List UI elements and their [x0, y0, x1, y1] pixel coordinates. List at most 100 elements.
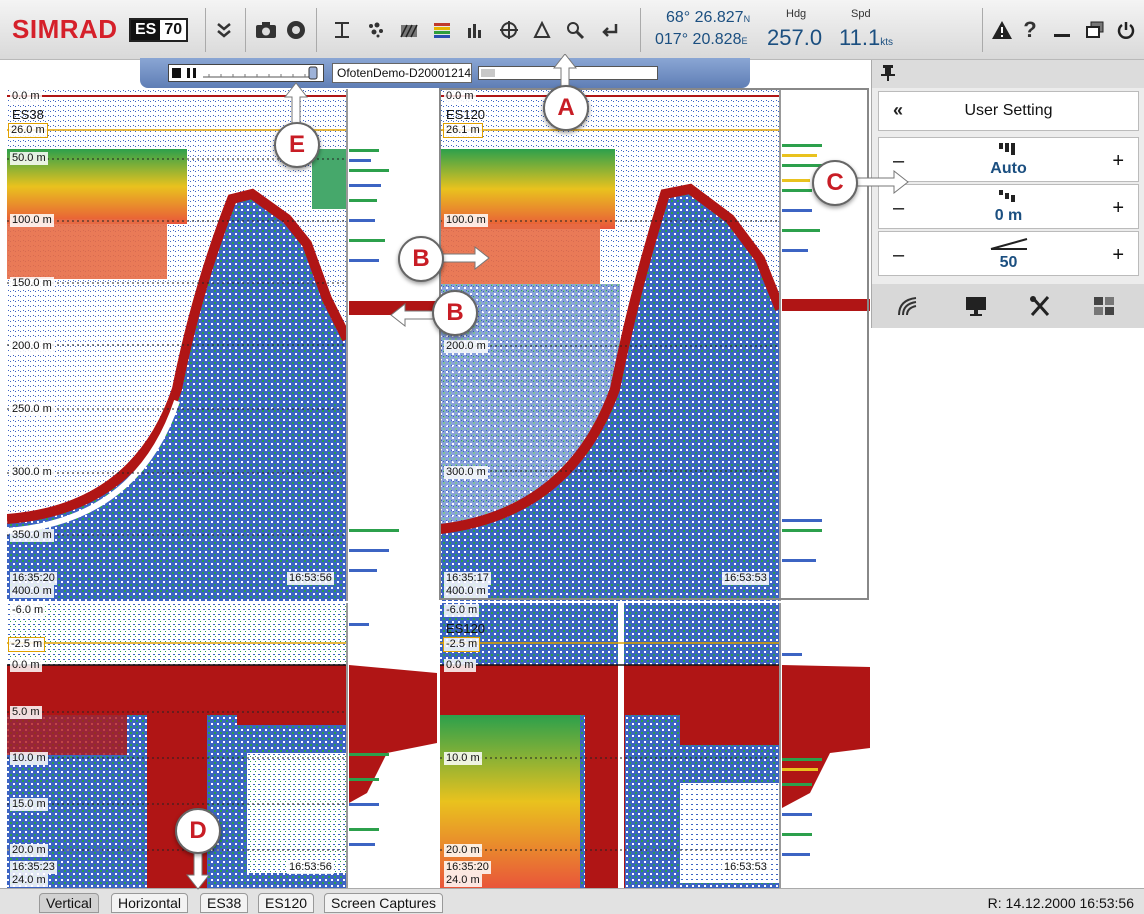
power-icon[interactable]	[1114, 18, 1138, 42]
start-time-label: 16:35:23	[10, 861, 57, 874]
transducer-icon[interactable]	[896, 295, 920, 322]
speed-readout: 11.1kts	[839, 25, 893, 51]
callout-c: C	[812, 160, 858, 206]
tvg-value: 50	[999, 254, 1018, 271]
restore-window-icon[interactable]	[1083, 18, 1107, 42]
depth-label: 150.0 m	[10, 277, 54, 290]
callout-b1: B	[398, 236, 444, 282]
depth-label-zero: 0.0 m	[444, 659, 476, 672]
toolbar-separator	[316, 8, 317, 52]
depth-label: 10.0 m	[444, 752, 482, 765]
depth-label: 300.0 m	[10, 466, 54, 479]
tab-screen-captures[interactable]: Screen Captures	[324, 893, 444, 913]
latitude-value: 68° 26.827	[666, 9, 744, 26]
start-time-label: 16:35:17	[444, 572, 491, 585]
es70-logo-es: ES	[131, 20, 161, 40]
start-time-label: 16:35:20	[10, 572, 57, 585]
es70-logo-70: 70	[160, 20, 187, 40]
echogram-es120-surface[interactable]: 0.0 m ES120 26.1 m 100.0 m 200.0 m 300.0…	[440, 89, 870, 601]
user-setting-button[interactable]: « User Setting	[878, 91, 1139, 131]
bottom-range-marker[interactable]: 26.0 m	[8, 123, 48, 138]
depth-label: 5.0 m	[10, 706, 42, 719]
magnifier-icon[interactable]	[563, 18, 587, 42]
pin-icon[interactable]	[880, 64, 896, 87]
tab-vertical[interactable]: Vertical	[39, 893, 99, 913]
end-time-label: 16:53:56	[287, 572, 334, 585]
bottom-hatch-icon[interactable]	[397, 18, 421, 42]
callout-e: E	[274, 122, 320, 168]
simrad-logo: SIMRAD	[12, 14, 118, 44]
echogram-es120-bottom[interactable]: -6.0 m ES120 -2.5 m 0.0 m 10.0 m 20.0 m …	[440, 603, 870, 888]
panel-menu-bar	[872, 284, 1144, 328]
triangle-icon[interactable]	[530, 18, 554, 42]
depth-label: 350.0 m	[10, 529, 54, 542]
depth-label-zero: 0.0 m	[10, 659, 42, 672]
tvg-control: – 50 +	[878, 231, 1139, 276]
range-start-control: – 0 m +	[878, 184, 1139, 229]
crosshair-icon[interactable]	[497, 18, 521, 42]
callout-c-arrow	[854, 169, 909, 199]
channel-label-es38: ES38	[12, 107, 44, 122]
depth-label: 200.0 m	[444, 340, 488, 353]
surface-range-marker[interactable]: -2.5 m	[443, 637, 481, 652]
depth-label: 20.0 m	[10, 844, 48, 857]
record-icon[interactable]	[284, 18, 308, 42]
bar-graph-icon[interactable]	[463, 18, 487, 42]
channel-label-es120: ES120	[446, 107, 486, 122]
end-time-label: 16:53:56	[287, 861, 334, 874]
fish-icon[interactable]	[364, 18, 388, 42]
latitude-hemisphere: N	[743, 14, 751, 24]
heading-label: Hdg	[786, 8, 807, 20]
bottom-range-marker[interactable]: 26.1 m	[443, 123, 483, 138]
range-increase-button[interactable]: +	[1112, 197, 1124, 220]
top-toolbar: SIMRAD ES 70 68° 26.827N 017° 20.828E Hd…	[0, 0, 1144, 60]
chevron-down-icon[interactable]	[212, 18, 236, 42]
tvg-increase-button[interactable]: +	[1112, 244, 1124, 267]
user-setting-label: User Setting	[964, 102, 1053, 119]
gain-value: Auto	[990, 160, 1027, 177]
status-replay-time: R: 14.12.2000 16:53:56	[987, 895, 1134, 911]
callout-d: D	[175, 808, 221, 854]
gain-control: – Auto +	[878, 137, 1139, 182]
callout-b1-arrow	[439, 245, 490, 275]
depth-label: 24.0 m	[10, 874, 48, 887]
channel-label-es120: ES120	[446, 621, 486, 636]
end-time-label: 16:53:53	[722, 572, 769, 585]
depth-label: 15.0 m	[10, 798, 48, 811]
end-time-label: 16:53:53	[722, 861, 769, 874]
echogram-es38-surface[interactable]: 0.0 m ES38 26.0 m 50.0 m 100.0 m 150.0 m…	[7, 89, 437, 601]
depth-range-icon[interactable]	[330, 18, 354, 42]
toolbar-separator	[982, 8, 983, 52]
tools-icon[interactable]	[1028, 295, 1052, 322]
layout-grid-icon[interactable]	[1092, 295, 1116, 322]
depth-label-top: 0.0 m	[10, 90, 42, 103]
depth-label: 400.0 m	[444, 585, 488, 598]
gain-increase-button[interactable]: +	[1112, 150, 1124, 173]
replay-bar: OfotenDemo-D20001214-T154020	[140, 58, 750, 88]
camera-icon[interactable]	[254, 18, 278, 42]
minimize-icon[interactable]	[1050, 18, 1074, 42]
depth-label: 200.0 m	[10, 340, 54, 353]
tab-horizontal[interactable]: Horizontal	[111, 893, 189, 913]
nav-longitude: 017° 20.828E	[655, 30, 748, 51]
tab-es38[interactable]: ES38	[200, 893, 249, 913]
depth-label-top: -6.0 m	[444, 604, 480, 617]
echogram-es38-bottom[interactable]: -6.0 m -2.5 m 0.0 m 5.0 m 10.0 m 15.0 m …	[7, 603, 437, 888]
depth-label: 300.0 m	[444, 466, 488, 479]
depth-label: 100.0 m	[10, 214, 54, 227]
tab-es120[interactable]: ES120	[258, 893, 315, 913]
alarm-warning-icon[interactable]	[990, 18, 1014, 42]
help-icon[interactable]: ?	[1018, 17, 1042, 42]
color-scale-icon[interactable]	[430, 18, 454, 42]
heading-value: 257.0	[767, 25, 823, 50]
speed-unit: kts	[880, 37, 893, 48]
view-tab-bar: Vertical Horizontal ES38 ES120 Screen Ca…	[0, 888, 1144, 914]
surface-range-marker[interactable]: -2.5 m	[8, 637, 46, 652]
depth-label: 24.0 m	[444, 874, 482, 887]
depth-label-top: -6.0 m	[10, 604, 46, 617]
nav-latitude: 68° 26.827N	[666, 8, 750, 29]
display-icon[interactable]	[964, 295, 988, 322]
callout-b2: B	[432, 290, 478, 336]
enter-arrow-icon[interactable]	[598, 18, 622, 42]
es70-logo: ES 70	[129, 18, 189, 42]
